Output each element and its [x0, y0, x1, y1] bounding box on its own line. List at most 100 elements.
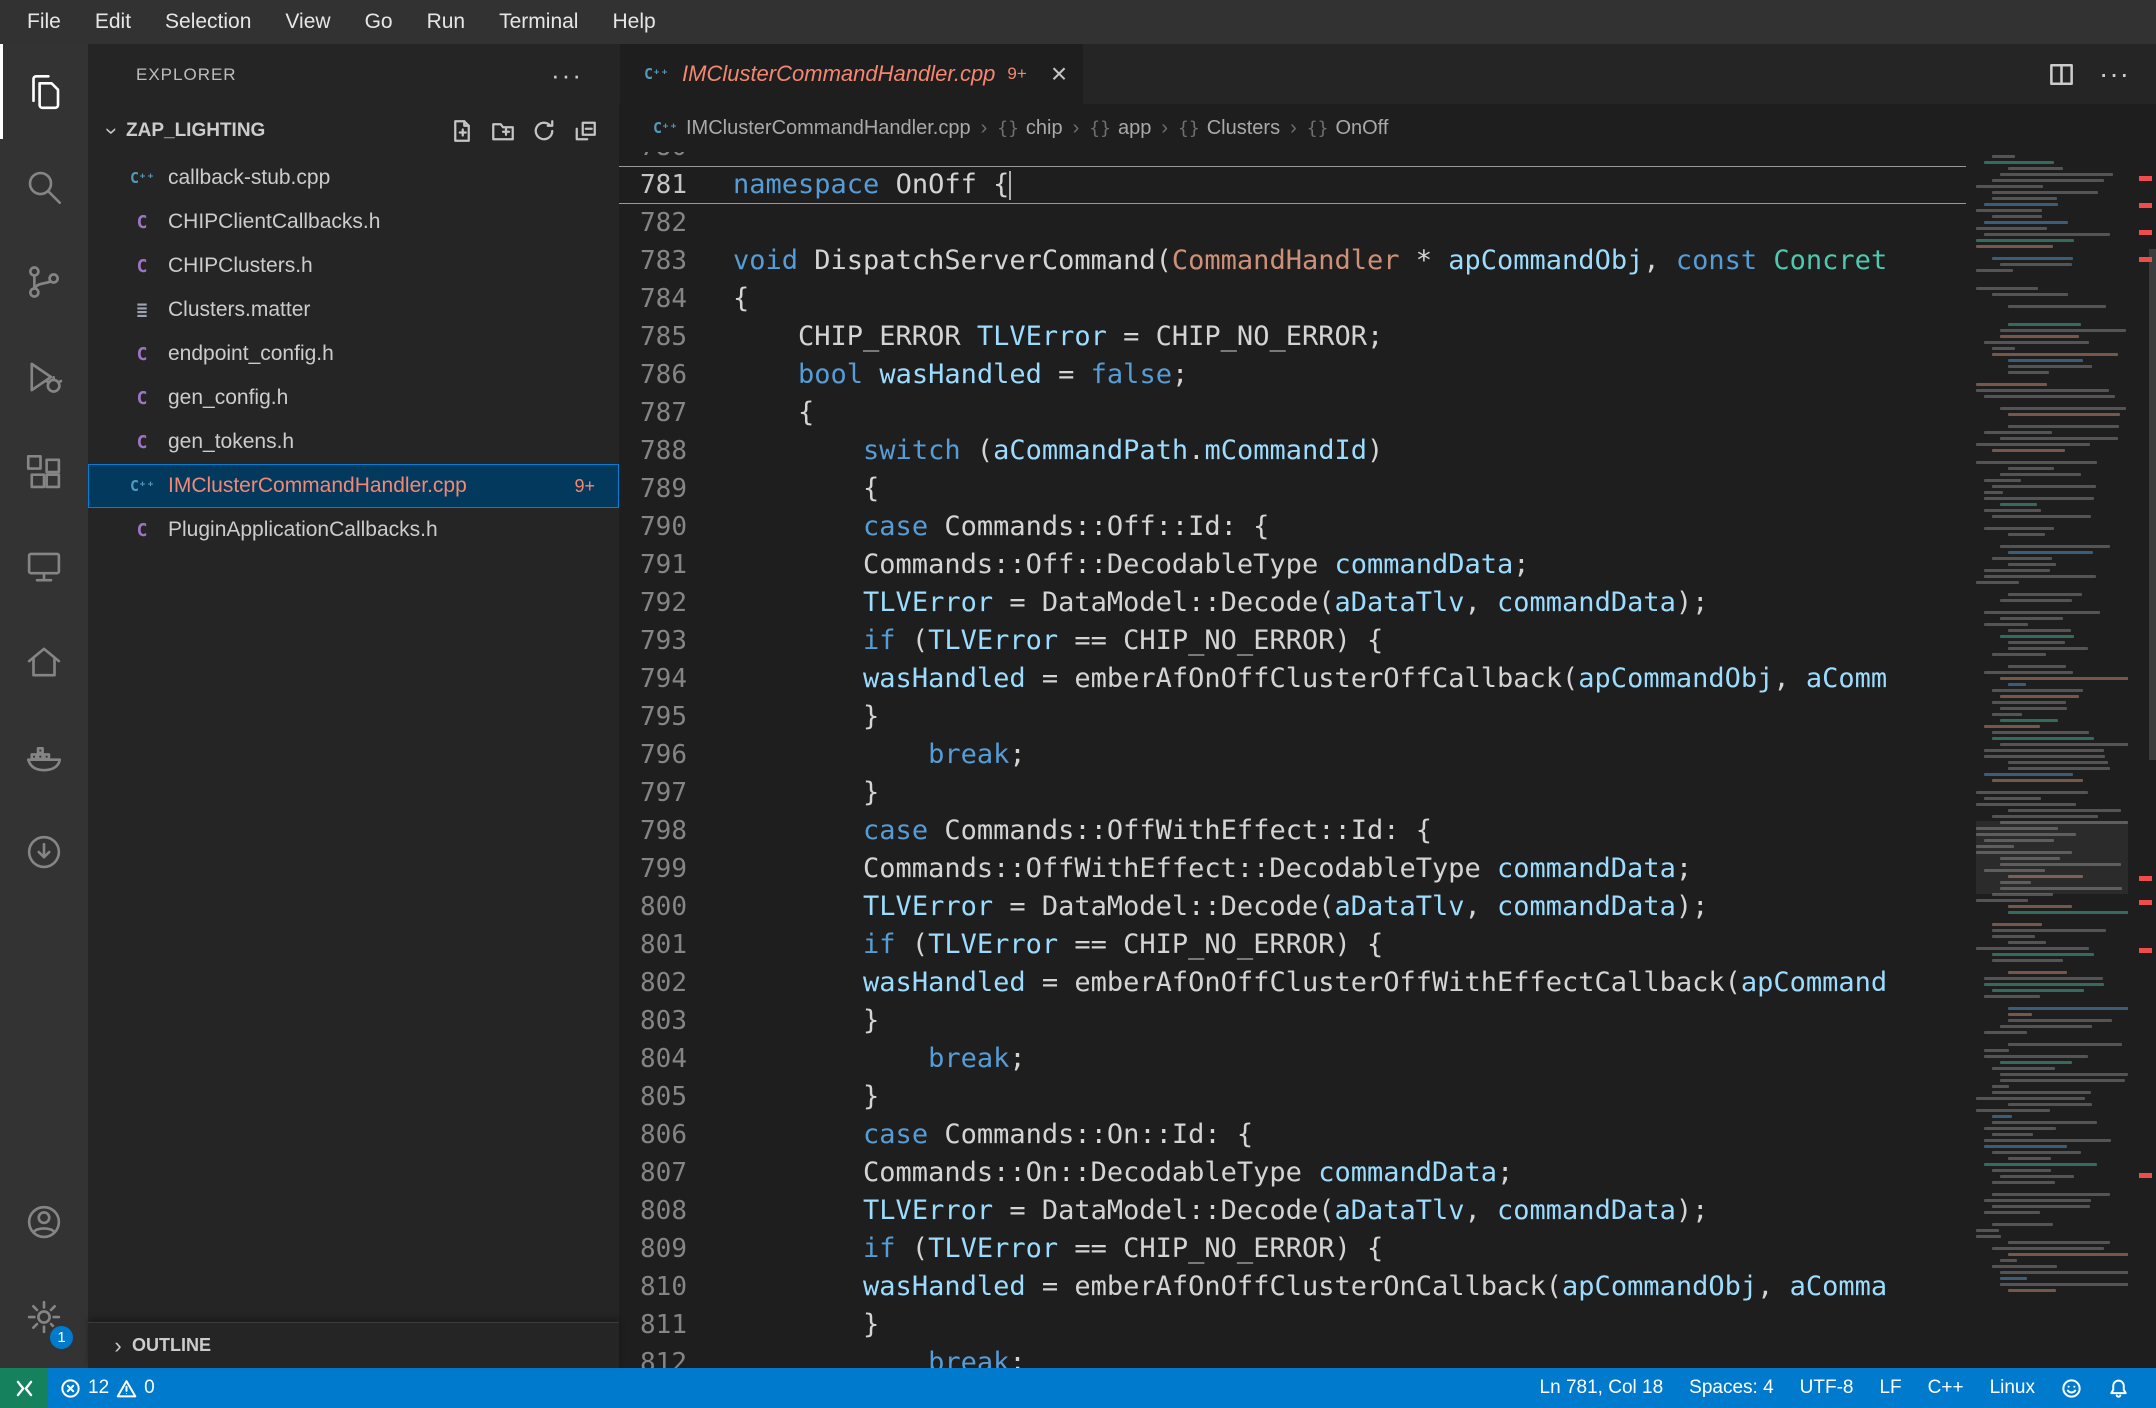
collapse-all-icon[interactable]	[573, 119, 597, 143]
file-item[interactable]: Cgen_config.h	[88, 376, 619, 420]
folder-section-header[interactable]: › ZAP_LIGHTING	[88, 106, 619, 156]
code-line[interactable]: 796 break;	[619, 736, 1966, 774]
problems-status[interactable]: 12 0	[48, 1368, 167, 1408]
code-line[interactable]: 782	[619, 204, 1966, 242]
download-circle-icon[interactable]	[0, 804, 88, 899]
docker-icon[interactable]	[0, 709, 88, 804]
minimap[interactable]	[1976, 152, 2128, 1368]
code-line[interactable]: 792 TLVError = DataModel::Decode(aDataTl…	[619, 584, 1966, 622]
extensions-icon[interactable]	[0, 424, 88, 519]
code-line[interactable]: 795 }	[619, 698, 1966, 736]
code-line[interactable]: 781 namespace OnOff {	[619, 166, 1966, 204]
file-item[interactable]: C⁺⁺ callback-stub.cpp	[88, 156, 619, 200]
status-encoding[interactable]: UTF-8	[1787, 1368, 1867, 1408]
code-line[interactable]: 803 }	[619, 1002, 1966, 1040]
code-line[interactable]: 788 switch (aCommandPath.mCommandId)	[619, 432, 1966, 470]
editor-more-actions-icon[interactable]: ···	[2099, 60, 2130, 88]
new-file-icon[interactable]	[450, 119, 474, 143]
code-line[interactable]: 783 void DispatchServerCommand(CommandHan…	[619, 242, 1966, 280]
scrollbar-thumb[interactable]	[2149, 249, 2156, 760]
file-item[interactable]: Cendpoint_config.h	[88, 332, 619, 376]
menu-item-selection[interactable]: Selection	[148, 0, 268, 44]
code-line[interactable]: 797 }	[619, 774, 1966, 812]
menu-item-run[interactable]: Run	[410, 0, 483, 44]
code-line[interactable]: 812 break;	[619, 1344, 1966, 1368]
menu-item-file[interactable]: File	[10, 0, 78, 44]
breadcrumb-item[interactable]: {} app	[1089, 117, 1151, 140]
explorer-icon[interactable]	[0, 44, 88, 139]
status-eol[interactable]: LF	[1866, 1368, 1914, 1408]
outline-section-header[interactable]: › OUTLINE	[88, 1322, 619, 1368]
sidebar-more-actions-icon[interactable]: ···	[551, 62, 583, 88]
code-line[interactable]: 800 TLVError = DataModel::Decode(aDataTl…	[619, 888, 1966, 926]
workbench: 1 EXPLORER ··· › ZAP_LIGHTING C⁺⁺ callbac…	[0, 44, 2156, 1368]
code-line[interactable]: 805 }	[619, 1078, 1966, 1116]
error-count: 12	[88, 1377, 110, 1398]
breadcrumb-item[interactable]: {} chip	[997, 117, 1062, 140]
code-line[interactable]: 789 {	[619, 470, 1966, 508]
code-line[interactable]: 804 break;	[619, 1040, 1966, 1078]
code-line[interactable]: 802 wasHandled = emberAfOnOffClusterOffW…	[619, 964, 1966, 1002]
remote-indicator[interactable]	[0, 1368, 48, 1408]
home-icon[interactable]	[0, 614, 88, 709]
code-line[interactable]: 811 }	[619, 1306, 1966, 1344]
code-text: TLVError = DataModel::Decode(aDataTlv, c…	[863, 1195, 1709, 1226]
breadcrumb-item[interactable]: {} Clusters	[1178, 117, 1280, 140]
code-line[interactable]: 786 bool wasHandled = false;	[619, 356, 1966, 394]
code-line[interactable]: 780	[619, 152, 1966, 166]
line-number: 789	[640, 474, 687, 504]
remote-explorer-icon[interactable]	[0, 519, 88, 614]
code-line[interactable]: 798 case Commands::OffWithEffect::Id: {	[619, 812, 1966, 850]
status-language[interactable]: C++	[1915, 1368, 1977, 1408]
menu-item-view[interactable]: View	[268, 0, 347, 44]
menu-item-terminal[interactable]: Terminal	[482, 0, 595, 44]
refresh-icon[interactable]	[532, 119, 556, 143]
file-item[interactable]: ≣ Clusters.matter	[88, 288, 619, 332]
code-line[interactable]: 809 if (TLVError == CHIP_NO_ERROR) {	[619, 1230, 1966, 1268]
file-item[interactable]: C⁺⁺ IMClusterCommandHandler.cpp 9+	[88, 464, 619, 508]
status-line-col[interactable]: Ln 781, Col 18	[1527, 1368, 1677, 1408]
menu-item-go[interactable]: Go	[348, 0, 410, 44]
code-editor[interactable]: 780 781 namespace OnOff {782 783 void Dispat…	[619, 152, 2156, 1368]
breadcrumb-label: OnOff	[1335, 116, 1389, 139]
overview-ruler[interactable]	[2132, 152, 2156, 1368]
tab-close-icon[interactable]: ×	[1051, 60, 1067, 88]
status-indentation[interactable]: Spaces: 4	[1676, 1368, 1787, 1408]
menu-item-edit[interactable]: Edit	[78, 0, 148, 44]
file-item[interactable]: Cgen_tokens.h	[88, 420, 619, 464]
breadcrumb-item[interactable]: C⁺⁺ IMClusterCommandHandler.cpp	[653, 117, 971, 140]
settings-icon[interactable]: 1	[0, 1269, 88, 1364]
run-debug-icon[interactable]	[0, 329, 88, 424]
code-line[interactable]: 794 wasHandled = emberAfOnOffClusterOffC…	[619, 660, 1966, 698]
code-text: namespace OnOff {	[733, 169, 1012, 200]
code-line[interactable]: 784 {	[619, 280, 1966, 318]
file-item[interactable]: C CHIPClientCallbacks.h	[88, 200, 619, 244]
code-line[interactable]: 801 if (TLVError == CHIP_NO_ERROR) {	[619, 926, 1966, 964]
code-line[interactable]: 791 Commands::Off::DecodableType command…	[619, 546, 1966, 584]
code-line[interactable]: 807 Commands::On::DecodableType commandD…	[619, 1154, 1966, 1192]
new-folder-icon[interactable]	[491, 119, 515, 143]
feedback-icon[interactable]	[2048, 1368, 2095, 1408]
minimap-slider[interactable]	[1976, 820, 2128, 894]
code-line[interactable]: 787 {	[619, 394, 1966, 432]
breadcrumb-item[interactable]: {} OnOff	[1307, 117, 1389, 140]
menu-item-help[interactable]: Help	[595, 0, 672, 44]
account-icon[interactable]	[0, 1174, 88, 1269]
code-line[interactable]: 785 CHIP_ERROR TLVError = CHIP_NO_ERROR;	[619, 318, 1966, 356]
code-line[interactable]: 790 case Commands::Off::Id: {	[619, 508, 1966, 546]
notifications-bell-icon[interactable]	[2095, 1368, 2142, 1408]
file-item[interactable]: C PluginApplicationCallbacks.h	[88, 508, 619, 552]
code-line[interactable]: 799 Commands::OffWithEffect::DecodableTy…	[619, 850, 1966, 888]
code-line[interactable]: 808 TLVError = DataModel::Decode(aDataTl…	[619, 1192, 1966, 1230]
code-text: if (TLVError == CHIP_NO_ERROR) {	[863, 1233, 1384, 1264]
code-line[interactable]: 806 case Commands::On::Id: {	[619, 1116, 1966, 1154]
code-line[interactable]: 793 if (TLVError == CHIP_NO_ERROR) {	[619, 622, 1966, 660]
status-os[interactable]: Linux	[1977, 1368, 2048, 1408]
split-editor-icon[interactable]	[2048, 61, 2075, 88]
code-line[interactable]: 810 wasHandled = emberAfOnOffClusterOnCa…	[619, 1268, 1966, 1306]
line-number: 802	[640, 968, 687, 998]
file-item[interactable]: C CHIPClusters.h	[88, 244, 619, 288]
source-control-icon[interactable]	[0, 234, 88, 329]
tab-imclustercommandhandler[interactable]: C⁺⁺ IMClusterCommandHandler.cpp 9+ ×	[620, 44, 1084, 104]
search-icon[interactable]	[0, 139, 88, 234]
